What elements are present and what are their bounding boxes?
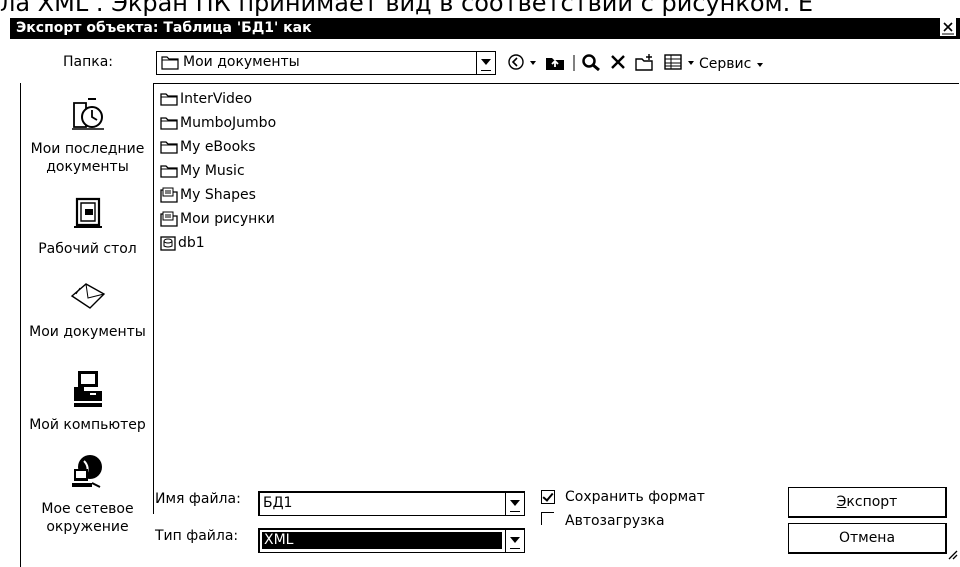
place-label: Мои документы [29,324,146,340]
search-web-icon[interactable] [579,53,603,75]
filename-label: Имя файла: [155,491,241,507]
document-text-fragment: ла XML . Экран ПК принимает вид в соотве… [0,0,814,17]
autoload-checkbox[interactable] [541,512,554,525]
export-button-accesskey: Э [836,494,847,510]
places-bar: Мои последние документы Рабочий стол Мои… [20,83,154,567]
chevron-down-icon[interactable] [505,493,524,515]
window-title: Экспорт объекта: Таблица 'БД1' как [16,20,312,36]
folder-icon [160,117,178,130]
close-icon[interactable] [940,18,956,36]
autoload-label: Автозагрузка [565,513,665,529]
network-icon [21,453,154,498]
file-name: My Shapes [180,187,256,203]
export-button[interactable]: Экспорт [788,487,947,518]
list-item[interactable]: Мои рисунки [160,207,275,231]
filename-value: БД1 [263,495,293,511]
list-item[interactable]: db1 [160,231,205,255]
cancel-button-label: Отмена [838,530,896,546]
cancel-button[interactable]: Отмена [788,523,947,554]
folder-icon [160,165,178,178]
folder-value: Мои документы [183,54,300,70]
filetype-selection-highlight [262,532,502,549]
delete-icon[interactable] [607,53,629,75]
file-list[interactable]: InterVideo MumboJumbo My eBooks My Music… [153,83,959,514]
export-dialog: Папка: Мои документы Сервис Мои последни… [10,39,960,567]
place-label: Мое сетевое окружение [41,501,134,535]
title-bar[interactable]: Экспорт объекта: Таблица 'БД1' как [10,18,960,39]
chevron-down-icon[interactable] [505,530,524,552]
chevron-down-icon [756,63,763,67]
list-item[interactable]: My Music [160,159,245,183]
place-recent-documents[interactable]: Мои последние документы [21,93,154,176]
folder-icon [160,93,178,106]
back-dropdown-icon[interactable] [527,53,539,75]
save-format-checkbox[interactable] [541,490,555,504]
save-format-label: Сохранить формат [565,489,705,505]
file-name: MumboJumbo [180,115,277,131]
up-folder-icon[interactable] [543,53,567,75]
filename-input[interactable]: БД1 [258,491,525,516]
filetype-value: XML [264,532,294,548]
chevron-down-icon[interactable] [476,52,495,74]
file-name: InterVideo [180,91,253,107]
list-item[interactable]: My Shapes [160,183,256,207]
toolbar-separator [571,53,577,75]
my-computer-icon [21,369,154,414]
list-item[interactable]: InterVideo [160,87,252,111]
recent-documents-icon [21,93,154,138]
place-my-computer[interactable]: Мой компьютер [21,369,154,434]
file-name: Мои рисунки [180,211,275,227]
list-item[interactable]: My eBooks [160,135,256,159]
special-folder-icon [160,211,178,227]
back-icon[interactable] [505,53,527,75]
place-label: Рабочий стол [38,241,137,257]
views-dropdown-icon[interactable] [686,53,696,75]
views-icon[interactable] [661,53,685,75]
desktop-icon [21,193,154,238]
special-folder-icon [160,187,178,203]
list-item[interactable]: MumboJumbo [160,111,276,135]
my-documents-icon [21,276,154,321]
file-name: My Music [180,163,245,179]
place-my-documents[interactable]: Мои документы [21,276,154,341]
tools-menu[interactable]: Сервис [699,53,779,75]
filetype-select[interactable]: XML [258,528,525,553]
folder-label: Папка: [63,54,114,70]
file-name: My eBooks [180,139,256,155]
place-label: Мой компьютер [29,417,146,433]
folder-combo[interactable]: Мои документы [156,51,496,75]
resize-grip-icon[interactable] [946,548,958,564]
place-network[interactable]: Мое сетевое окружение [21,453,154,536]
folder-icon [161,54,179,74]
place-desktop[interactable]: Рабочий стол [21,193,154,258]
database-file-icon [160,236,176,251]
file-name: db1 [178,235,205,251]
new-folder-icon[interactable] [633,53,657,75]
filetype-label: Тип файла: [155,528,239,544]
place-label: Мои последние документы [30,141,145,175]
export-button-label: кспорт [846,494,898,510]
folder-icon [160,141,178,154]
tools-menu-label: Сервис [699,56,752,72]
